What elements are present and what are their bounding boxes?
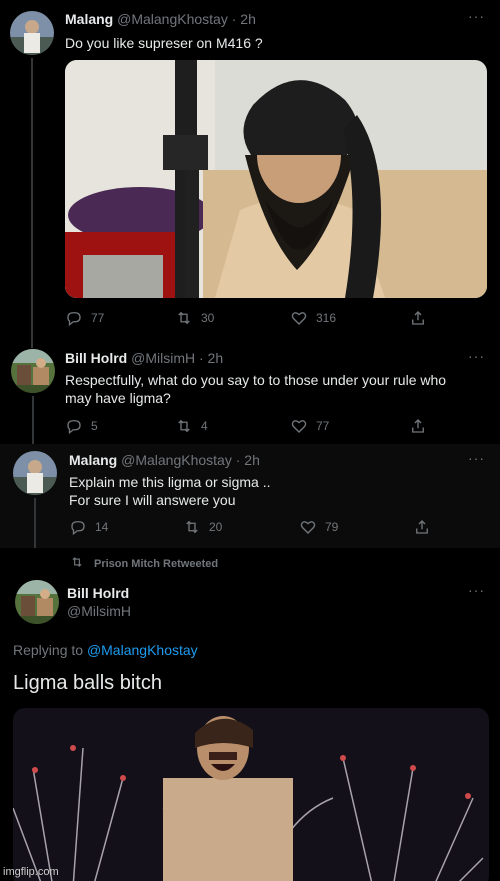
laughing-man-fireworks-image (13, 708, 489, 881)
like-button[interactable]: 316 (290, 309, 336, 327)
tweet-text: Do you like supreser on M416 ? (65, 35, 263, 51)
like-button[interactable]: 79 (299, 518, 338, 536)
share-icon (412, 419, 424, 433)
timestamp[interactable]: · 2h (236, 452, 260, 468)
reply-count: 14 (95, 520, 109, 534)
like-button[interactable]: 77 (290, 417, 329, 435)
share-button[interactable] (409, 417, 427, 435)
avatar[interactable] (15, 580, 59, 624)
thread-line (32, 396, 34, 444)
more-icon[interactable]: ··· (468, 582, 485, 598)
more-icon[interactable]: ··· (468, 348, 485, 364)
retweet-banner[interactable]: Prison Mitch Retweeted (0, 548, 500, 574)
retweet-count: 30 (201, 311, 215, 325)
reply-icon (67, 420, 81, 435)
share-icon (412, 311, 424, 325)
tweet-text-line: Explain me this ligma or sigma .. (69, 474, 271, 490)
avatar[interactable] (10, 11, 54, 55)
like-icon (291, 420, 307, 433)
tweet-header: Malang @MalangKhostay · 2h (69, 452, 260, 468)
tweet-4[interactable]: Bill Holrd @MilsimH ··· Replying to @Mal… (0, 574, 500, 881)
thread-line (31, 58, 33, 348)
retweet-count: 20 (209, 520, 223, 534)
reply-button[interactable]: 14 (69, 518, 108, 536)
more-icon[interactable]: ··· (468, 450, 485, 466)
timestamp[interactable]: · 2h (199, 350, 223, 366)
tweet-text-line: For sure I will answere you (69, 492, 236, 508)
tweet-actions: 14 20 79 (69, 518, 489, 538)
reply-icon (67, 312, 81, 327)
more-icon[interactable]: ··· (468, 8, 485, 24)
man-with-rifle-image (65, 60, 487, 298)
reply-button[interactable]: 5 (65, 417, 98, 435)
tweet-text-line: Respectfully, what do you say to to thos… (65, 372, 447, 388)
tweet-2[interactable]: Bill Holrd @MilsimH · 2h ··· Respectfull… (0, 340, 500, 444)
watermark: imgflip.com (3, 866, 59, 878)
username[interactable]: @MalangKhostay (121, 452, 232, 468)
tweet-1[interactable]: Malang @MalangKhostay · 2h ··· Do you li… (0, 0, 500, 348)
display-name[interactable]: Bill Holrd (67, 585, 129, 601)
tweet-header: Malang @MalangKhostay · 2h (65, 11, 256, 27)
tweet-header: Bill Holrd @MilsimH · 2h (65, 350, 223, 366)
retweet-icon (72, 557, 82, 567)
reply-button[interactable]: 77 (65, 309, 104, 327)
tweet-image[interactable] (65, 60, 487, 298)
like-icon (291, 312, 307, 325)
display-name[interactable]: Malang (69, 452, 117, 468)
share-button[interactable] (409, 309, 427, 327)
display-name[interactable]: Bill Holrd (65, 350, 127, 366)
display-name[interactable]: Malang (65, 11, 113, 27)
avatar[interactable] (13, 451, 57, 495)
like-count: 79 (325, 520, 339, 534)
retweet-icon (178, 419, 190, 433)
share-icon (416, 520, 428, 534)
tweet-text: Respectfully, what do you say to to thos… (65, 371, 490, 407)
username[interactable]: @MilsimH (131, 350, 195, 366)
retweet-button[interactable]: 4 (175, 417, 208, 435)
replying-to-prefix: Replying to (13, 642, 84, 658)
retweet-button[interactable]: 20 (183, 518, 222, 536)
retweet-button[interactable]: 30 (175, 309, 214, 327)
tweet-actions: 5 4 77 (65, 417, 487, 437)
thread-line (34, 498, 36, 548)
tweet-3[interactable]: Malang @MalangKhostay · 2h ··· Explain m… (0, 444, 500, 548)
retweet-count: 4 (201, 419, 208, 433)
tweet-gif[interactable] (13, 708, 489, 881)
like-icon (300, 521, 316, 534)
replying-to: Replying to @MalangKhostay (13, 642, 198, 658)
retweet-icon (186, 520, 198, 534)
tweet-actions: 77 30 316 (65, 309, 487, 329)
reply-count: 77 (91, 311, 105, 325)
tweet-text: Ligma balls bitch (13, 672, 162, 694)
username[interactable]: @MalangKhostay (117, 11, 228, 27)
reply-icon (71, 521, 85, 536)
username[interactable]: @MilsimH (67, 603, 131, 619)
timestamp[interactable]: · 2h (232, 11, 256, 27)
retweet-banner-text: Prison Mitch Retweeted (94, 558, 219, 570)
like-count: 316 (316, 311, 337, 325)
like-count: 77 (316, 419, 330, 433)
tweet-text-line: may have ligma? (65, 390, 171, 406)
tweet-text: Explain me this ligma or sigma .. For su… (69, 473, 489, 509)
reply-count: 5 (91, 419, 98, 433)
retweet-icon (178, 311, 190, 325)
replying-to-link[interactable]: @MalangKhostay (87, 642, 198, 658)
avatar[interactable] (11, 349, 55, 393)
share-button[interactable] (413, 518, 431, 536)
